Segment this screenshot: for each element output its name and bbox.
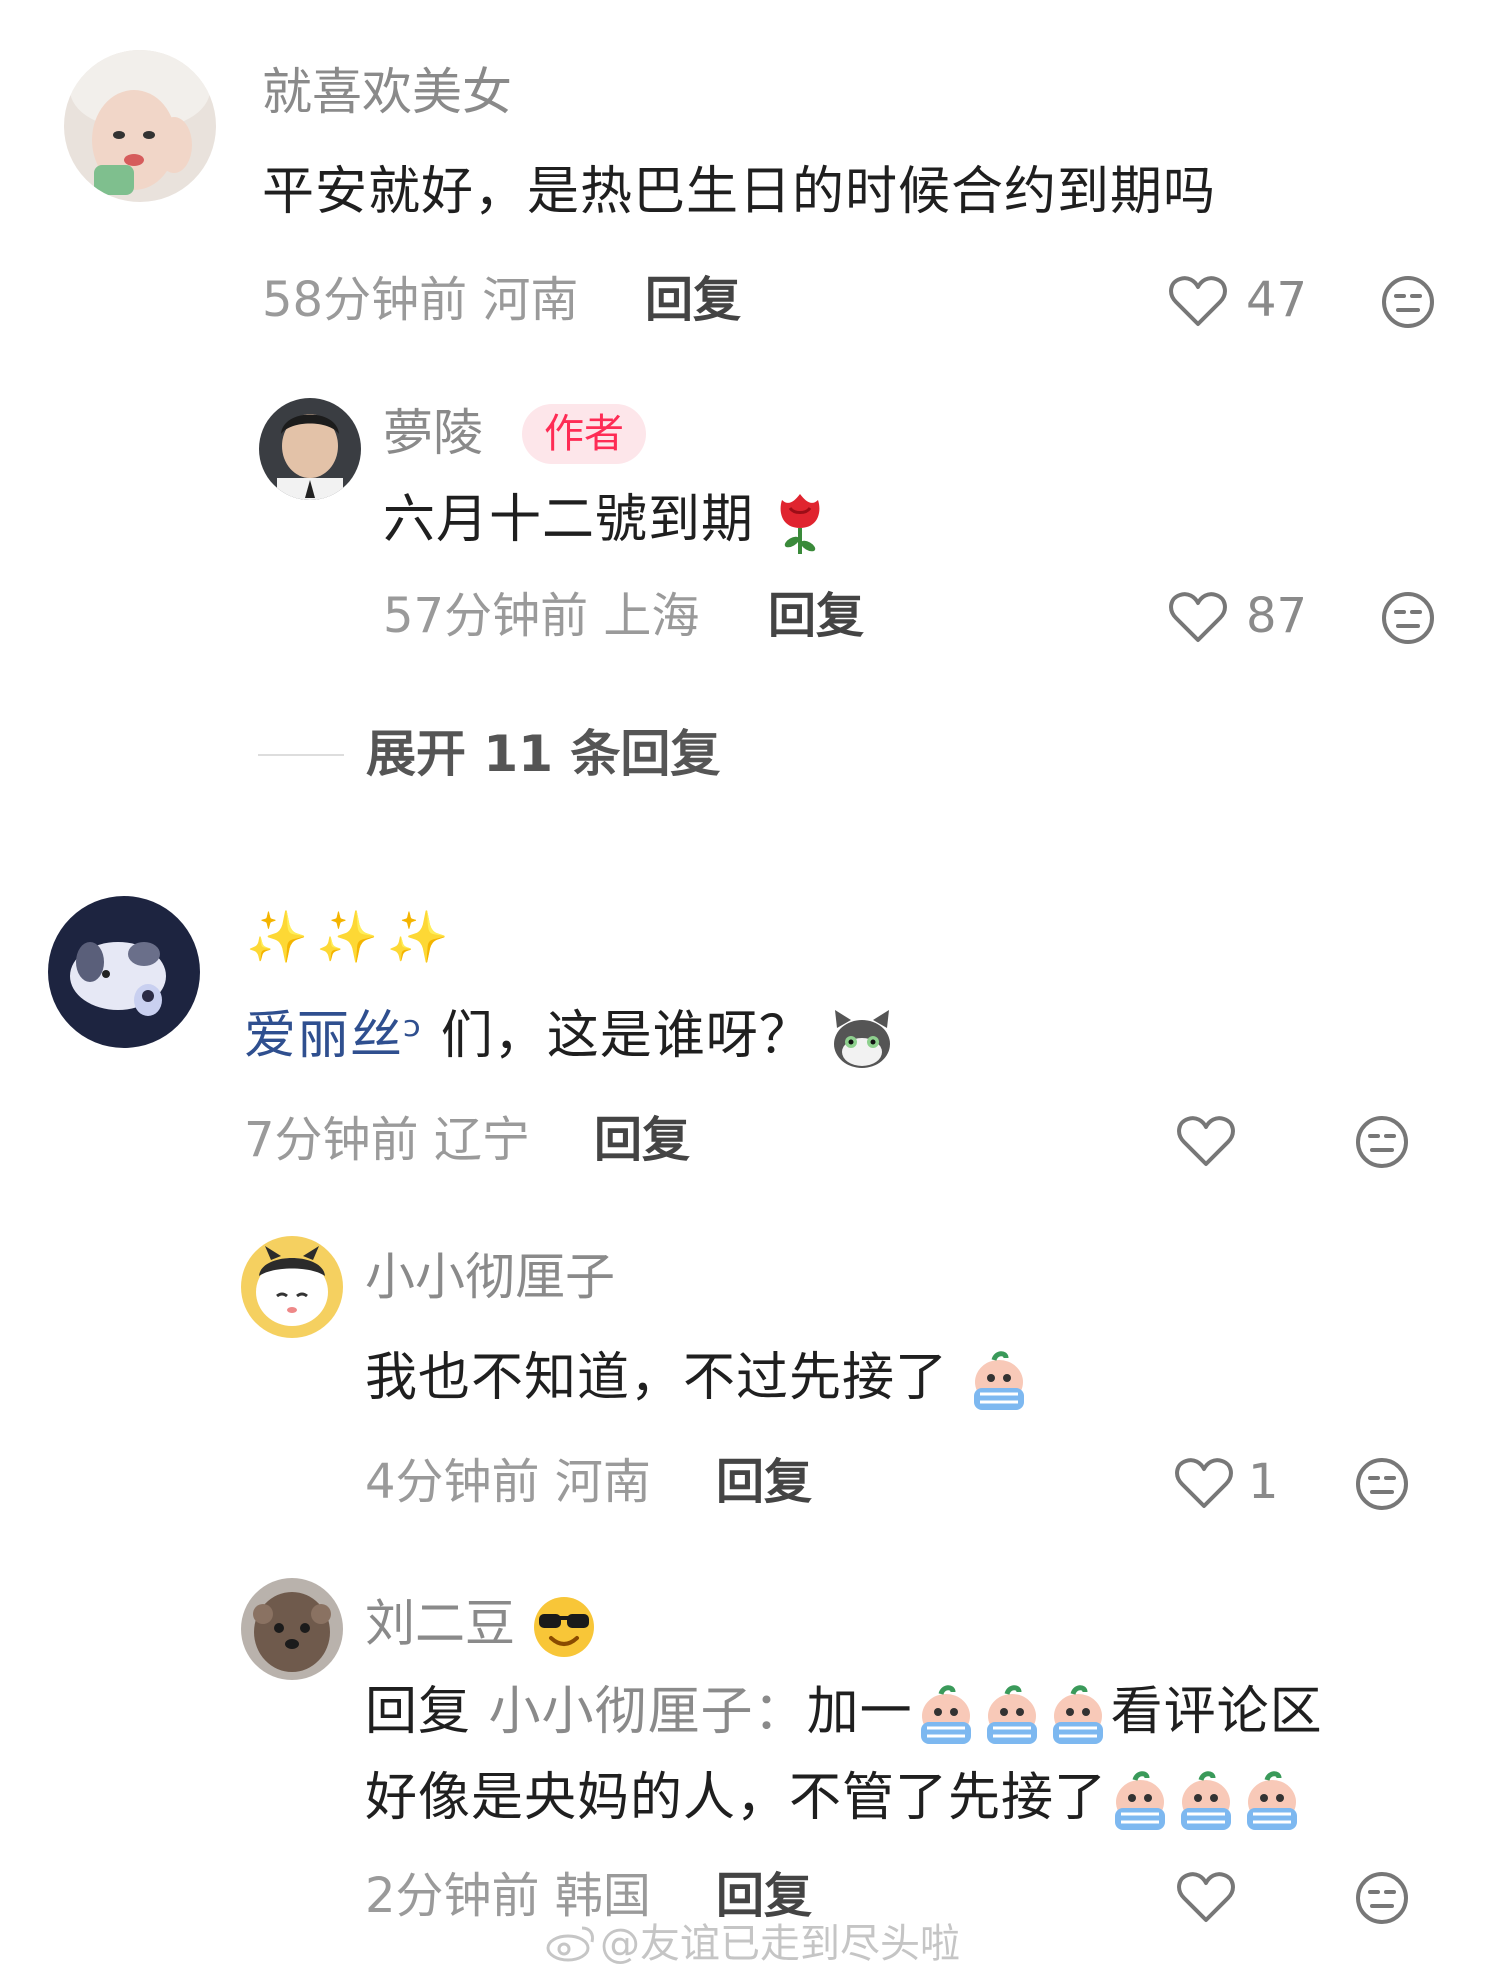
like-count: 1 bbox=[1248, 1454, 1279, 1510]
comment-location: 韩国 bbox=[554, 1868, 651, 1924]
avatar[interactable] bbox=[241, 1578, 343, 1680]
comment-text-line-1: 回复 小小彻厘子：加一 看评论区 bbox=[365, 1682, 1323, 1748]
comment-text-body: 六月十二號到期 bbox=[383, 490, 755, 550]
comment-author-name[interactable]: 就喜欢美女 bbox=[262, 67, 512, 117]
comment-time: 2分钟前 bbox=[365, 1868, 540, 1924]
avatar[interactable] bbox=[64, 50, 216, 202]
dislike-face-icon[interactable] bbox=[1354, 1114, 1410, 1170]
reply-button[interactable]: 回复 bbox=[768, 592, 864, 640]
comment-time: 4分钟前 bbox=[365, 1454, 540, 1510]
expand-replies-button[interactable]: 展开 11 条回复 bbox=[366, 729, 720, 779]
comment-text-body-cont: 看评论区 bbox=[1110, 1682, 1323, 1742]
crying-emoji-icon bbox=[1052, 1685, 1103, 1744]
comment-author-name[interactable]: 夢陵 bbox=[383, 408, 483, 458]
reply-button[interactable]: 回复 bbox=[594, 1116, 690, 1164]
avatar[interactable] bbox=[48, 896, 200, 1048]
rose-emoji-icon bbox=[780, 494, 819, 554]
dislike-face-icon[interactable] bbox=[1380, 590, 1436, 646]
comment-text: 我也不知道，不过先接了 bbox=[365, 1348, 1032, 1414]
comment-text-body: 好像是央妈的人，不管了先接了 bbox=[365, 1768, 1108, 1828]
cat-emoji-icon bbox=[834, 1010, 891, 1068]
comment-text-body: 们，这是谁呀？ bbox=[440, 1006, 812, 1066]
comment-location: 上海 bbox=[603, 588, 700, 644]
heart-icon[interactable] bbox=[1176, 1114, 1236, 1168]
comment-text: 平安就好，是热巴生日的时候合约到期吗 bbox=[262, 162, 1217, 222]
author-badge: 作者 bbox=[522, 404, 646, 464]
comment-author-name-text: 刘二豆 bbox=[365, 1594, 515, 1653]
comment-location: 河南 bbox=[482, 272, 579, 328]
reply-prefix: 回复 bbox=[365, 1682, 472, 1742]
crying-emoji-icon bbox=[986, 1685, 1037, 1744]
crying-emoji-icon bbox=[1247, 1771, 1298, 1830]
comment-time: 58分钟前 bbox=[262, 272, 468, 328]
heart-icon[interactable] bbox=[1176, 1870, 1236, 1924]
comment-meta: 4分钟前 河南 bbox=[365, 1458, 651, 1506]
dislike-face-icon[interactable] bbox=[1380, 274, 1436, 330]
comment-meta: 57分钟前 上海 bbox=[383, 592, 699, 640]
heart-icon[interactable] bbox=[1168, 590, 1228, 644]
comment-text-body: 我也不知道，不过先接了 bbox=[365, 1348, 949, 1408]
dislike-face-icon[interactable] bbox=[1354, 1870, 1410, 1926]
crying-emoji-icon bbox=[1181, 1771, 1232, 1830]
reply-button[interactable]: 回复 bbox=[645, 276, 741, 324]
comment-author-name[interactable]: 刘二豆 bbox=[365, 1594, 597, 1660]
comment-author-name[interactable]: 小小彻厘子 bbox=[365, 1252, 615, 1302]
sunglasses-emoji-icon bbox=[533, 1597, 594, 1657]
comment-meta: 58分钟前 河南 bbox=[262, 276, 578, 324]
comment-text: 爱丽丝ᵓ 们，这是谁呀？ bbox=[244, 1008, 895, 1070]
like-count: 47 bbox=[1246, 272, 1308, 328]
mention-link[interactable]: 爱丽丝ᵓ bbox=[244, 1006, 423, 1066]
dislike-face-icon[interactable] bbox=[1354, 1456, 1410, 1512]
heart-icon[interactable] bbox=[1168, 274, 1228, 328]
crying-emoji-icon bbox=[1115, 1771, 1166, 1830]
comment-text: 六月十二號到期 bbox=[383, 490, 828, 556]
reply-to-user[interactable]: 小小彻厘子： bbox=[489, 1682, 807, 1742]
reply-button[interactable]: 回复 bbox=[716, 1458, 812, 1506]
comment-author-name[interactable]: ✨✨✨ bbox=[246, 912, 457, 962]
avatar[interactable] bbox=[241, 1236, 343, 1338]
reply-button[interactable]: 回复 bbox=[716, 1872, 812, 1920]
comment-text-body: 加一 bbox=[806, 1682, 913, 1742]
crying-emoji-icon bbox=[973, 1351, 1024, 1410]
comment-meta: 7分钟前 辽宁 bbox=[244, 1116, 530, 1164]
crying-emoji-icon bbox=[920, 1685, 971, 1744]
avatar[interactable] bbox=[259, 398, 361, 500]
comment-time: 57分钟前 bbox=[383, 588, 589, 644]
heart-icon[interactable] bbox=[1174, 1456, 1234, 1510]
watermark: @友谊已走到尽头啦 bbox=[600, 1921, 960, 1967]
expand-divider bbox=[258, 754, 344, 756]
comment-text-line-2: 好像是央妈的人，不管了先接了 bbox=[365, 1768, 1305, 1834]
comment-meta: 2分钟前 韩国 bbox=[365, 1872, 651, 1920]
comment-location: 河南 bbox=[554, 1454, 651, 1510]
comment-time: 7分钟前 bbox=[244, 1112, 419, 1168]
weibo-logo-icon bbox=[546, 1926, 594, 1962]
like-count: 87 bbox=[1246, 588, 1308, 644]
comment-location: 辽宁 bbox=[433, 1112, 530, 1168]
